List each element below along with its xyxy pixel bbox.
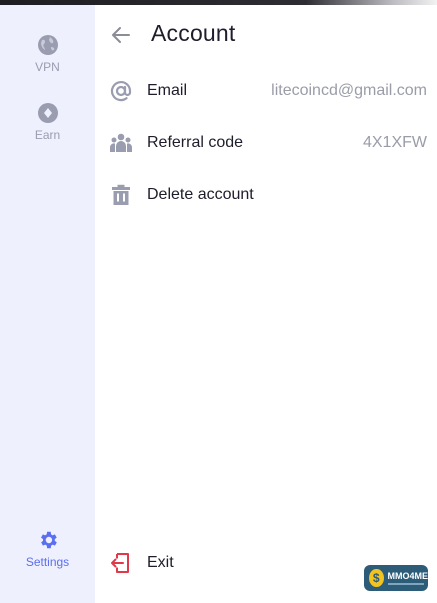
watermark-text: MMO4ME xyxy=(387,571,429,581)
delete-account-label: Delete account xyxy=(147,186,254,203)
delete-account-row[interactable]: Delete account xyxy=(95,177,437,213)
referral-code-row[interactable]: Referral code 4X1XFW xyxy=(95,125,437,161)
sidebar-item-settings[interactable]: Settings xyxy=(0,529,95,569)
sidebar-item-label: Settings xyxy=(25,555,70,569)
sidebar-item-vpn[interactable]: VPN xyxy=(0,34,95,74)
trash-icon xyxy=(109,183,133,207)
watermark-badge: $ MMO4ME xyxy=(364,565,428,591)
sidebar-item-label: VPN xyxy=(35,60,60,74)
sidebar-item-label: Earn xyxy=(34,128,61,142)
dollar-coin-icon: $ xyxy=(369,569,384,587)
back-arrow-icon[interactable] xyxy=(109,23,133,47)
exit-icon xyxy=(109,551,133,575)
email-row[interactable]: Email litecoincd@gmail.com xyxy=(95,73,437,109)
gear-icon xyxy=(37,529,59,551)
email-value: litecoincd@gmail.com xyxy=(271,82,427,99)
watermark-subline xyxy=(387,583,424,585)
referral-code-value: 4X1XFW xyxy=(362,134,427,151)
globe-icon xyxy=(37,34,59,56)
exit-label: Exit xyxy=(147,554,174,571)
at-icon xyxy=(109,79,133,103)
main-panel: Account Email litecoincd@gmail.com Refer… xyxy=(95,5,437,603)
sidebar-item-earn[interactable]: Earn xyxy=(0,102,95,142)
sidebar: VPN Earn Settings xyxy=(0,5,95,603)
page-title: Account xyxy=(151,20,236,46)
users-icon xyxy=(109,131,133,155)
header: Account xyxy=(95,5,437,65)
coin-icon xyxy=(37,102,59,124)
email-label: Email xyxy=(147,82,188,99)
watermark-brand: MMO4ME xyxy=(387,571,429,585)
referral-code-label: Referral code xyxy=(147,134,244,151)
